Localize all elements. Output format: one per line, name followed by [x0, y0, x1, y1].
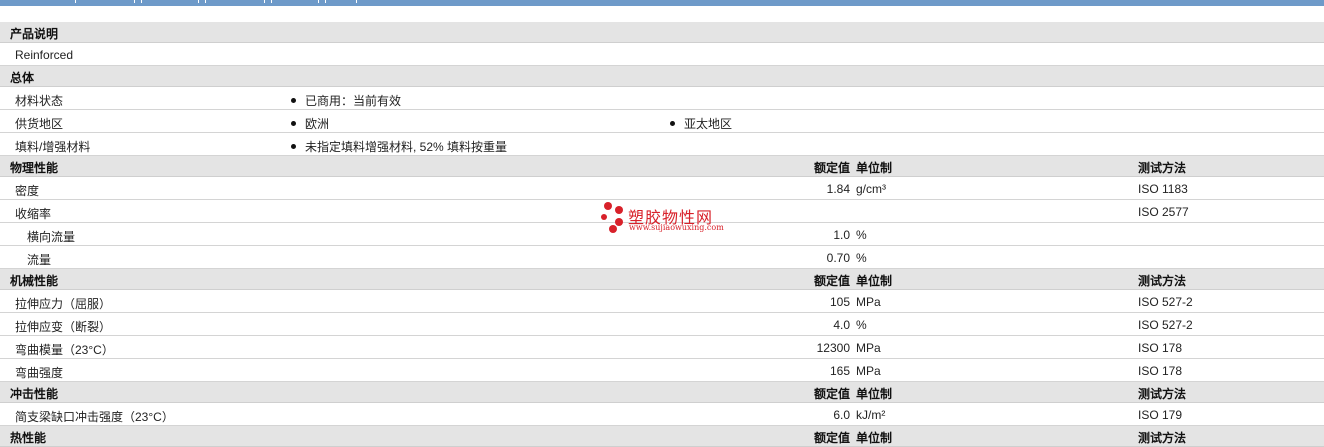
logo-dots-icon [601, 202, 623, 233]
row-label: 填料/增强材料 [15, 140, 91, 154]
column-header-unit: 单位制 [856, 431, 893, 445]
column-header-test: 测试方法 [1138, 161, 1187, 175]
property-test-method: ISO 179 [1138, 408, 1183, 422]
section-header-physical: 物理性能 额定值 单位制 测试方法 [0, 156, 1324, 177]
row-label: 供货地区 [15, 117, 64, 131]
column-header-value: 额定值 [813, 431, 850, 445]
bullet-item: 欧洲 [291, 115, 329, 132]
property-label: 收缩率 [15, 207, 52, 221]
property-value: 1.0 [833, 228, 850, 242]
section-header-mechanical: 机械性能 额定值 单位制 测试方法 [0, 269, 1324, 290]
bullet-item: 亚太地区 [670, 115, 732, 132]
bullet-icon [291, 98, 296, 104]
property-unit: % [856, 228, 867, 242]
column-header-value: 额定值 [813, 161, 850, 175]
nav-tab[interactable] [271, 0, 319, 3]
section-header-impact: 冲击性能 额定值 单位制 测试方法 [0, 382, 1324, 403]
section-header-general: 总体 [0, 66, 1324, 87]
watermark-logo: 塑胶物性网 www.sujiaowuxing.com [600, 201, 740, 237]
column-header-unit: 单位制 [856, 274, 893, 288]
nav-tab[interactable] [205, 0, 265, 3]
column-header-test: 测试方法 [1138, 387, 1187, 401]
section-header-description: 产品说明 [0, 22, 1324, 43]
property-value: 6.0 [833, 408, 850, 422]
section-title: 总体 [10, 71, 35, 85]
section-title: 机械性能 [10, 274, 59, 288]
bullet-text: 未指定填料增强材料, 52% 填料按重量 [305, 140, 508, 154]
material-status-row: 材料状态 已商用：当前有效 [0, 87, 1324, 110]
property-value: 105 [829, 295, 850, 309]
description-row: Reinforced [0, 43, 1324, 66]
column-header-test: 测试方法 [1138, 431, 1187, 445]
property-value: 165 [829, 364, 850, 378]
property-row: 弯曲强度 165 MPa ISO 178 [0, 359, 1324, 382]
property-value: 4.0 [833, 318, 850, 332]
property-test-method: ISO 2577 [1138, 205, 1189, 219]
property-unit: MPa [856, 295, 881, 309]
property-label: 弯曲强度 [15, 366, 64, 380]
property-label: 流量 [27, 253, 52, 267]
property-unit: MPa [856, 364, 881, 378]
section-title: 产品说明 [10, 27, 59, 41]
bullet-icon [291, 144, 296, 150]
watermark-url: www.sujiaowuxing.com [629, 223, 724, 232]
property-row: 密度 1.84 g/cm³ ISO 1183 [0, 177, 1324, 200]
column-header-value: 额定值 [813, 387, 850, 401]
bullet-item: 已商用：当前有效 [291, 92, 401, 109]
property-row: 弯曲模量（23°C） 12300 MPa ISO 178 [0, 336, 1324, 359]
section-title: 热性能 [10, 431, 47, 445]
property-test-method: ISO 527-2 [1138, 295, 1193, 309]
column-header-unit: 单位制 [856, 161, 893, 175]
nav-tab[interactable] [141, 0, 199, 3]
property-label: 拉伸应力（屈服） [15, 297, 112, 311]
nav-tab[interactable] [75, 0, 135, 3]
property-test-method: ISO 527-2 [1138, 318, 1193, 332]
section-header-thermal: 热性能 额定值 单位制 测试方法 [0, 426, 1324, 447]
bullet-icon [291, 121, 296, 127]
property-unit: % [856, 251, 867, 265]
bullet-text: 欧洲 [305, 117, 330, 131]
property-test-method: ISO 178 [1138, 364, 1183, 378]
nav-tab[interactable] [325, 0, 357, 3]
section-title: 物理性能 [10, 161, 59, 175]
column-header-unit: 单位制 [856, 387, 893, 401]
filler-row: 填料/增强材料 未指定填料增强材料, 52% 填料按重量 [0, 133, 1324, 156]
bullet-text: 已商用：当前有效 [305, 94, 402, 108]
column-header-test: 测试方法 [1138, 274, 1187, 288]
property-value: 0.70 [826, 251, 850, 265]
row-label: 材料状态 [15, 94, 64, 108]
property-test-method: ISO 1183 [1138, 182, 1188, 196]
property-unit: MPa [856, 341, 881, 355]
supply-region-row: 供货地区 欧洲 亚太地区 [0, 110, 1324, 133]
property-label: 弯曲模量（23°C） [15, 343, 114, 357]
property-label: 拉伸应变（断裂） [15, 320, 112, 334]
property-value: 1.84 [826, 182, 850, 196]
property-unit: kJ/m² [856, 408, 886, 422]
column-header-value: 额定值 [813, 274, 850, 288]
property-row: 拉伸应力（屈服） 105 MPa ISO 527-2 [0, 290, 1324, 313]
property-test-method: ISO 178 [1138, 341, 1183, 355]
bullet-icon [670, 121, 675, 127]
property-unit: % [856, 318, 867, 332]
property-unit: g/cm³ [856, 182, 886, 196]
property-row: 拉伸应变（断裂） 4.0 % ISO 527-2 [0, 313, 1324, 336]
description-text: Reinforced [15, 48, 74, 62]
section-title: 冲击性能 [10, 387, 59, 401]
property-label: 密度 [15, 184, 40, 198]
property-row: 流量 0.70 % [0, 246, 1324, 269]
property-row: 简支梁缺口冲击强度（23°C） 6.0 kJ/m² ISO 179 [0, 403, 1324, 426]
spacer [0, 6, 1324, 22]
property-label: 简支梁缺口冲击强度（23°C） [15, 410, 174, 424]
bullet-text: 亚太地区 [684, 117, 733, 131]
property-value: 12300 [816, 341, 850, 355]
bullet-item: 未指定填料增强材料, 52% 填料按重量 [291, 138, 507, 155]
property-label: 横向流量 [27, 230, 76, 244]
